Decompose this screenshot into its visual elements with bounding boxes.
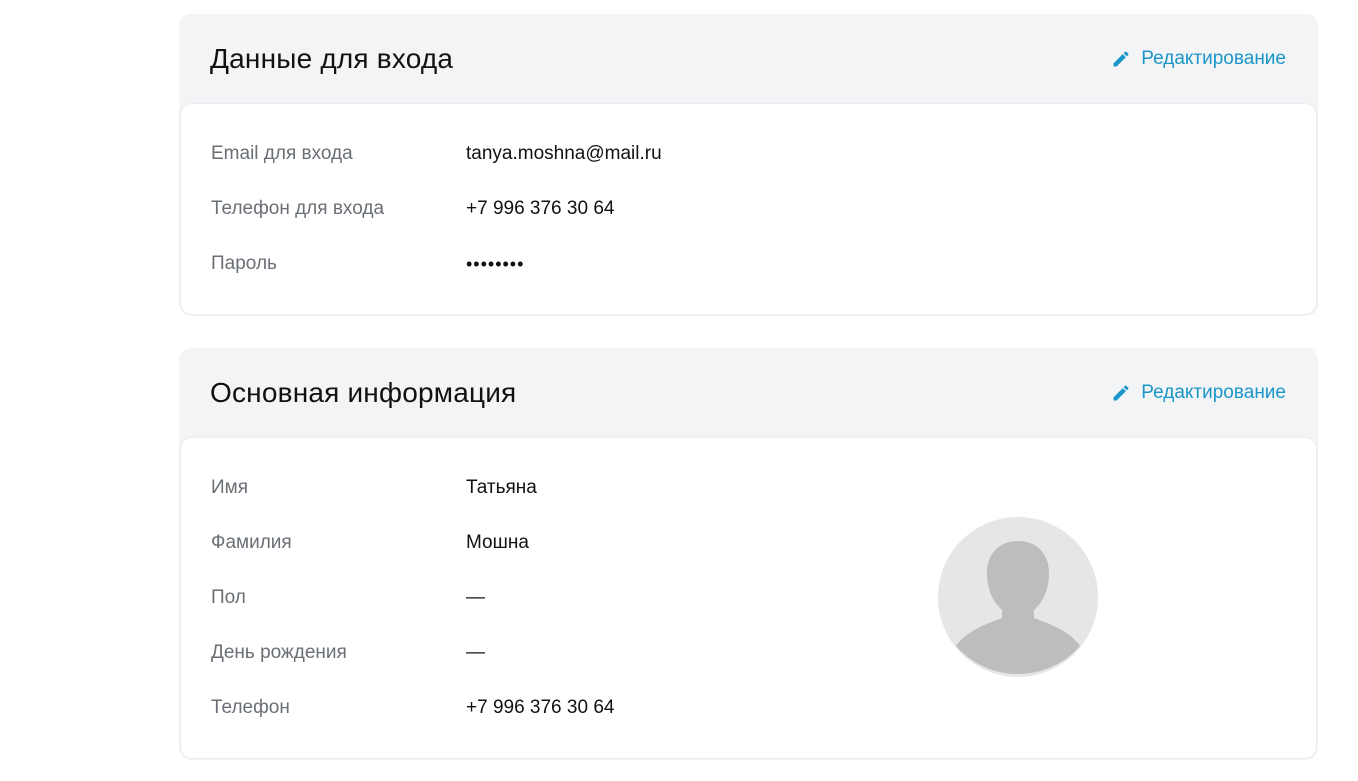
basic-info-card-body: Имя Татьяна Фамилия Мошна Пол — День рож… — [180, 437, 1317, 759]
last-name-label: Фамилия — [211, 532, 292, 553]
basic-info-card-header: Основная информация Редактирование — [179, 348, 1318, 438]
last-name-row: Фамилия Мошна — [211, 529, 529, 557]
login-phone-label: Телефон для входа — [211, 198, 385, 219]
basic-info-title: Основная информация — [210, 377, 517, 408]
birthday-label: День рождения — [211, 642, 347, 663]
birthday-value: — — [466, 642, 485, 663]
login-email-label: Email для входа — [211, 143, 353, 164]
first-name-row: Имя Татьяна — [211, 474, 537, 502]
login-data-edit-label: Редактирование — [1141, 48, 1286, 69]
login-email-value: tanya.moshna@mail.ru — [466, 143, 662, 164]
login-data-card-header: Данные для входа Редактирование — [179, 14, 1318, 104]
login-data-card: Данные для входа Редактирование Email дл… — [179, 14, 1318, 316]
gender-row: Пол — — [211, 584, 485, 612]
login-phone-value: +7 996 376 30 64 — [466, 198, 615, 219]
password-label: Пароль — [211, 253, 277, 274]
birthday-row: День рождения — — [211, 639, 485, 667]
last-name-value: Мошна — [466, 532, 529, 553]
avatar — [938, 517, 1098, 677]
first-name-label: Имя — [211, 477, 249, 498]
phone-value: +7 996 376 30 64 — [466, 697, 615, 718]
login-data-card-body: Email для входа tanya.moshna@mail.ru Тел… — [180, 103, 1317, 315]
basic-info-edit-button[interactable]: Редактирование — [1111, 382, 1286, 404]
login-data-edit-button[interactable]: Редактирование — [1111, 48, 1286, 70]
pencil-icon — [1113, 385, 1129, 401]
password-value: •••••••• — [466, 253, 525, 274]
login-data-title: Данные для входа — [210, 43, 454, 74]
password-row: Пароль •••••••• — [211, 250, 524, 278]
gender-label: Пол — [211, 587, 246, 608]
user-silhouette-icon — [938, 517, 1098, 677]
pencil-icon — [1113, 51, 1129, 67]
login-email-row: Email для входа tanya.moshna@mail.ru — [211, 140, 662, 168]
basic-info-edit-label: Редактирование — [1141, 382, 1286, 403]
first-name-value: Татьяна — [466, 477, 537, 498]
phone-row: Телефон +7 996 376 30 64 — [211, 694, 614, 722]
login-phone-row: Телефон для входа +7 996 376 30 64 — [211, 195, 614, 223]
phone-label: Телефон — [211, 697, 290, 718]
basic-info-card: Основная информация Редактирование Имя Т… — [179, 348, 1318, 760]
gender-value: — — [466, 587, 485, 608]
